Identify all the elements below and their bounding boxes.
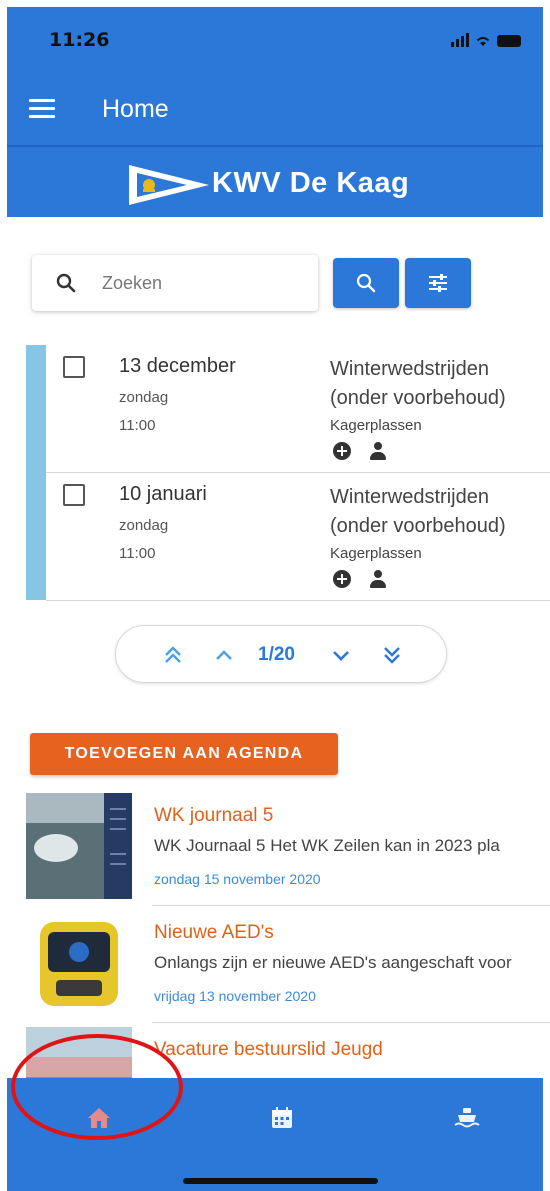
event-checkbox[interactable] [63, 484, 85, 506]
person-icon[interactable] [369, 442, 387, 460]
page-title: Home [102, 95, 169, 123]
news-title: Nieuwe AED's [154, 922, 274, 943]
filter-button[interactable] [405, 258, 471, 308]
status-bar: 11:26 [7, 7, 543, 77]
news-item[interactable]: WK journaal 5 WK Journaal 5 Het WK Zeile… [26, 793, 550, 903]
news-divider [152, 905, 550, 906]
signal-icon [451, 33, 469, 47]
search-icon [56, 273, 76, 293]
previous-page-icon[interactable] [211, 642, 237, 668]
event-time: 11:00 [119, 545, 156, 562]
page-indicator: 1/20 [258, 644, 295, 665]
brand-bar: KWV De Kaag [7, 145, 543, 217]
event-list: 13 december zondag 11:00 Winterwedstrijd… [26, 345, 550, 601]
search-box[interactable] [32, 255, 318, 311]
event-day: zondag [119, 517, 169, 534]
news-item[interactable]: Nieuwe AED's Onlangs zijn er nieuwe AED'… [26, 910, 550, 1020]
news-excerpt: Onlangs zijn er nieuwe AED's aangeschaft… [154, 953, 512, 972]
wifi-icon [476, 37, 490, 46]
event-row[interactable]: 10 januari zondag 11:00 Winterwedstrijde… [46, 473, 550, 601]
news-divider [152, 1022, 550, 1023]
highlight-annotation [11, 1034, 183, 1140]
event-title: Winterwedstrijden (onder voorbehoud) [330, 486, 506, 537]
search-icon [356, 273, 376, 293]
boat-icon [454, 1108, 480, 1128]
next-page-icon[interactable] [328, 642, 354, 668]
event-row[interactable]: 13 december zondag 11:00 Winterwedstrijd… [46, 345, 550, 473]
home-indicator [183, 1178, 378, 1184]
app-bar: Home [7, 77, 543, 145]
add-to-agenda-button[interactable]: TOEVOEGEN AAN AGENDA [30, 733, 338, 775]
add-circle-icon[interactable] [333, 570, 351, 588]
nav-boat[interactable] [447, 1098, 487, 1138]
battery-icon [497, 35, 521, 47]
event-day: zondag [119, 389, 169, 406]
news-title: Vacature bestuurslid Jeugd [154, 1039, 383, 1060]
news-thumbnail [26, 793, 132, 899]
first-page-icon[interactable] [160, 642, 186, 668]
search-button[interactable] [333, 258, 399, 308]
event-time: 11:00 [119, 417, 156, 434]
event-date: 13 december [119, 355, 236, 377]
event-location: Kagerplassen [330, 545, 422, 562]
add-circle-icon[interactable] [333, 442, 351, 460]
event-date: 10 januari [119, 483, 207, 505]
news-thumbnail [26, 910, 132, 1016]
status-icons [451, 33, 521, 47]
event-location: Kagerplassen [330, 417, 422, 434]
club-logo-icon [129, 165, 209, 205]
news-title: WK journaal 5 [154, 805, 274, 826]
news-excerpt: WK Journaal 5 Het WK Zeilen kan in 2023 … [154, 836, 500, 855]
event-checkbox[interactable] [63, 356, 85, 378]
brand-name: KWV De Kaag [212, 167, 410, 199]
event-actions [333, 442, 387, 460]
menu-icon[interactable] [29, 99, 55, 121]
search-input[interactable] [102, 265, 302, 301]
status-time: 11:26 [49, 29, 110, 51]
person-icon[interactable] [369, 570, 387, 588]
last-page-icon[interactable] [379, 642, 405, 668]
calendar-icon [272, 1107, 292, 1128]
nav-calendar[interactable] [262, 1098, 302, 1138]
sliders-icon [429, 274, 447, 292]
pager: 1/20 [115, 625, 447, 683]
news-date: zondag 15 november 2020 [154, 871, 321, 887]
event-actions [333, 570, 387, 588]
news-date: vrijdag 13 november 2020 [154, 988, 316, 1004]
event-title: Winterwedstrijden (onder voorbehoud) [330, 358, 506, 409]
